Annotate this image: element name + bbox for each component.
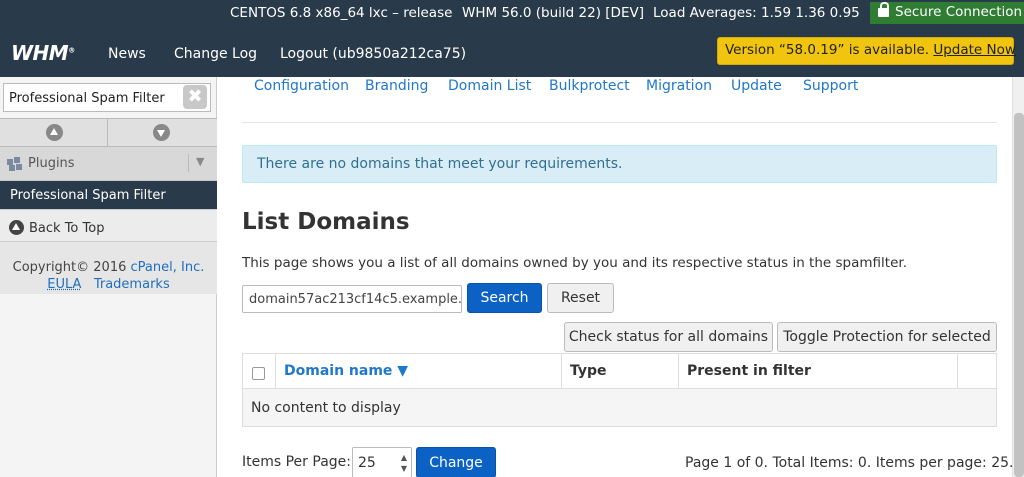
tab-bulkprotect[interactable]: Bulkprotect xyxy=(549,78,630,94)
back-to-top-link[interactable]: Back To Top xyxy=(0,209,217,242)
sidebar-category-plugins[interactable]: Plugins ▼ xyxy=(0,147,217,181)
info-alert: There are no domains that meet your requ… xyxy=(242,145,997,183)
arrow-up-icon xyxy=(46,124,63,141)
update-text: Version “58.0.19” is available. xyxy=(725,42,930,58)
scrollbar-thumb[interactable] xyxy=(1014,113,1024,477)
plugins-icon xyxy=(7,157,22,171)
sidebar-item-professional-spam-filter[interactable]: Professional Spam Filter xyxy=(0,181,217,209)
tab-support[interactable]: Support xyxy=(803,78,858,94)
pagination-info: Page 1 of 0. Total Items: 0. Items per p… xyxy=(685,455,1014,471)
check-status-all-button[interactable]: Check status for all domains xyxy=(564,322,773,352)
plugin-tabs: Configuration Branding Domain List Bulkp… xyxy=(242,77,997,123)
column-type: Type xyxy=(562,354,679,389)
sidebar-scroll-controls xyxy=(0,118,217,147)
cpanel-link[interactable]: cPanel, Inc. xyxy=(131,260,205,275)
logo-trademark: ® xyxy=(68,46,75,55)
items-per-page-value: 25 xyxy=(358,455,376,471)
sidebar-filter-input[interactable]: Professional Spam Filter xyxy=(3,83,211,112)
divider xyxy=(188,154,189,172)
arrow-down-icon xyxy=(153,124,170,141)
os-info: CENTOS 6.8 x86_64 lxc – release xyxy=(230,5,453,21)
tab-domain-list[interactable]: Domain List xyxy=(448,78,531,94)
tab-migration[interactable]: Migration xyxy=(646,78,712,94)
change-button[interactable]: Change xyxy=(416,447,496,477)
copyright-text: Copyright© 2016 xyxy=(12,260,127,275)
toggle-protection-button[interactable]: Toggle Protection for selected xyxy=(777,322,997,352)
column-present-in-filter: Present in filter xyxy=(679,354,958,389)
nav-bar: WHM® News Change Log Logout (ub9850a212c… xyxy=(0,27,1024,77)
expand-all-button[interactable] xyxy=(108,119,216,146)
whm-version: WHM 56.0 (build 22) [DEV] xyxy=(462,5,644,21)
nav-change-log[interactable]: Change Log xyxy=(174,46,257,62)
arrow-up-circle-icon xyxy=(9,220,24,235)
eula-link[interactable]: EULA xyxy=(47,277,81,292)
back-to-top-label: Back To Top xyxy=(29,221,105,236)
top-status-bar: CENTOS 6.8 x86_64 lxc – release WHM 56.0… xyxy=(0,0,1024,27)
empty-row: No content to display xyxy=(243,389,996,426)
trademarks-link[interactable]: Trademarks xyxy=(94,277,170,292)
load-averages: Load Averages: 1.59 1.36 0.95 xyxy=(653,5,860,21)
secure-connection-badge: Secure Connection xyxy=(870,2,1024,24)
collapse-all-button[interactable] xyxy=(0,119,108,146)
plugins-label: Plugins xyxy=(28,156,75,171)
column-domain-name[interactable]: Domain name ▼ xyxy=(276,354,562,389)
nav-logout[interactable]: Logout (ub9850a212ca75) xyxy=(280,46,466,62)
items-per-page-input[interactable]: 25 ▲ ▼ xyxy=(352,447,412,477)
domain-search-input[interactable]: domain57ac213cf14c5.example. xyxy=(242,285,462,313)
spinner-arrows-icon[interactable]: ▲ ▼ xyxy=(401,452,407,474)
scrollbar[interactable] xyxy=(1012,77,1024,477)
main-content: Configuration Branding Domain List Bulkp… xyxy=(218,77,1014,477)
table-header: Domain name ▼ Type Present in filter xyxy=(243,354,996,389)
lock-icon xyxy=(878,2,889,17)
reset-button[interactable]: Reset xyxy=(547,283,614,313)
nav-news[interactable]: News xyxy=(108,46,146,62)
select-all-checkbox[interactable] xyxy=(252,367,265,380)
page-description: This page shows you a list of all domain… xyxy=(242,255,907,271)
update-now-link[interactable]: Update Now xyxy=(933,42,1016,58)
chevron-down-icon[interactable]: ▼ xyxy=(196,155,204,168)
domains-table: Domain name ▼ Type Present in filter No … xyxy=(242,353,997,427)
sidebar: Professional Spam Filter ✖ Plugins ▼ Pro… xyxy=(0,77,217,477)
sidebar-footer: Copyright© 2016 cPanel, Inc. EULA Tradem… xyxy=(0,242,217,294)
search-button[interactable]: Search xyxy=(467,283,542,313)
tab-branding[interactable]: Branding xyxy=(365,78,428,94)
clear-filter-icon[interactable]: ✖ xyxy=(183,85,207,109)
column-actions xyxy=(958,354,996,389)
tab-update[interactable]: Update xyxy=(731,78,782,94)
tab-configuration[interactable]: Configuration xyxy=(254,78,349,94)
items-per-page-label: Items Per Page: xyxy=(242,454,351,470)
update-banner: Version “58.0.19” is available. Update N… xyxy=(717,37,1016,65)
secure-connection-label: Secure Connection xyxy=(895,4,1023,20)
select-all-cell xyxy=(243,354,276,389)
page-title: List Domains xyxy=(242,209,410,235)
logo-text: WHM xyxy=(11,41,69,65)
whm-logo[interactable]: WHM® xyxy=(11,41,75,65)
